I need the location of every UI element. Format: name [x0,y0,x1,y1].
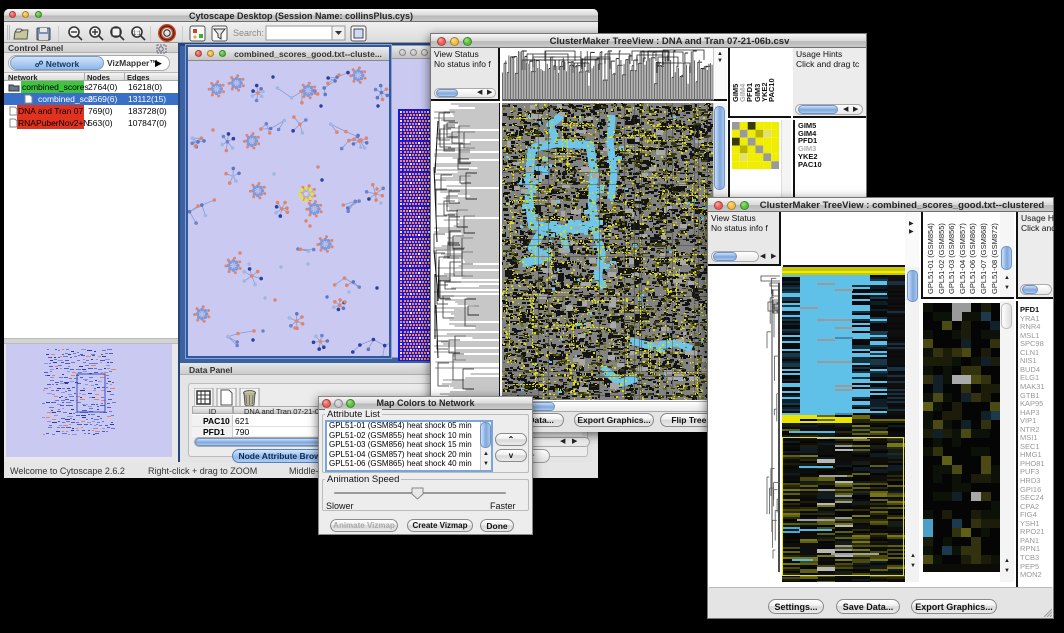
svg-text:1:1: 1:1 [133,31,142,37]
svg-text:Search:: Search: [233,28,264,38]
